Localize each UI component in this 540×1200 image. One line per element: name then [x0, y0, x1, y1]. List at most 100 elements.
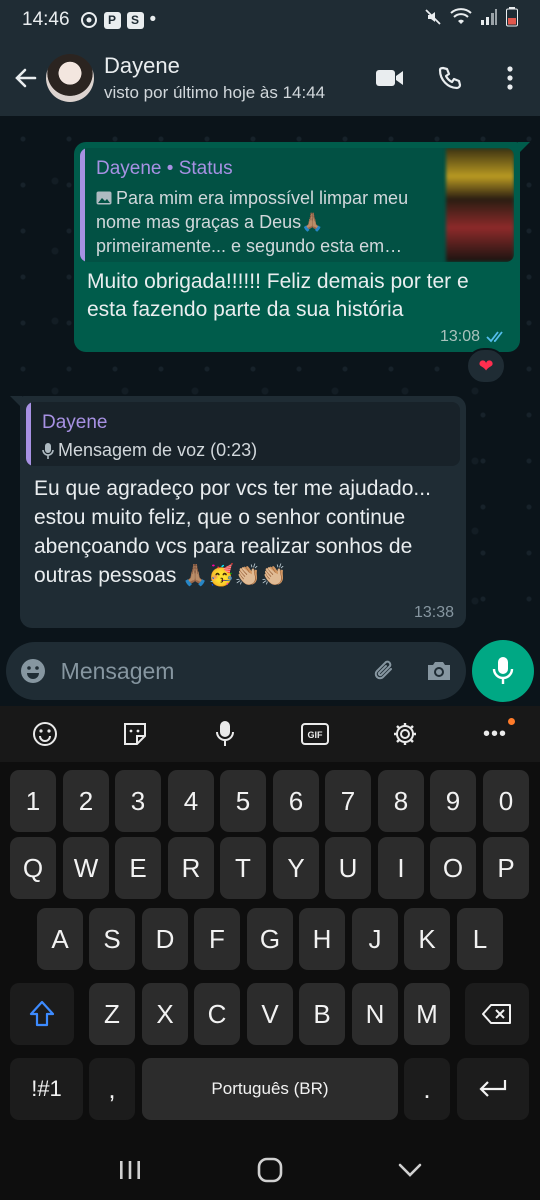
key-f[interactable]: F	[194, 908, 240, 970]
key-c[interactable]: C	[194, 983, 240, 1045]
avatar[interactable]	[46, 54, 94, 102]
quote-author: Dayene	[42, 412, 108, 433]
video-call-button[interactable]	[360, 48, 420, 108]
key-u[interactable]: U	[325, 837, 371, 899]
key-1[interactable]: 1	[10, 770, 56, 832]
quote-bar	[26, 402, 31, 466]
quoted-voice-message[interactable]: Dayene Mensagem de voz (0:23)	[26, 402, 460, 466]
key-4[interactable]: 4	[168, 770, 214, 832]
key-6[interactable]: 6	[273, 770, 319, 832]
key-x[interactable]: X	[142, 983, 188, 1045]
key-r[interactable]: R	[168, 837, 214, 899]
mic-icon	[42, 442, 54, 459]
key-s[interactable]: S	[89, 908, 135, 970]
chat-area[interactable]: Dayene • Status Para mim era impossível …	[0, 116, 540, 640]
key-t[interactable]: T	[220, 837, 266, 899]
key-g[interactable]: G	[247, 908, 293, 970]
chevron-down-icon	[398, 1163, 422, 1177]
shift-arrow-icon	[29, 1000, 55, 1027]
recent-apps-button[interactable]	[100, 1145, 160, 1195]
gear-icon	[394, 723, 416, 745]
key-a[interactable]: A	[37, 908, 83, 970]
key-7[interactable]: 7	[325, 770, 371, 832]
keyboard-settings-button[interactable]	[377, 710, 433, 758]
key-9[interactable]: 9	[430, 770, 476, 832]
quote-text: Para mim era impossível limpar meu nome …	[96, 186, 436, 258]
key-w[interactable]: W	[63, 837, 109, 899]
quote-text: Mensagem de voz (0:23)	[42, 440, 257, 461]
whatsapp-status-icon	[80, 11, 98, 29]
outgoing-message[interactable]: Dayene • Status Para mim era impossível …	[74, 142, 530, 352]
key-3[interactable]: 3	[115, 770, 161, 832]
message-text: Eu que agradeço por vcs ter me ajudado..…	[34, 477, 431, 587]
comma-key[interactable]: ,	[89, 1058, 135, 1120]
back-arrow-icon	[15, 68, 37, 88]
video-camera-icon	[376, 70, 403, 86]
period-key[interactable]: .	[404, 1058, 450, 1120]
quoted-status[interactable]: Dayene • Status Para mim era impossível …	[80, 148, 514, 262]
more-horizontal-icon: •••	[482, 722, 507, 745]
keyboard-emoji-button[interactable]	[17, 710, 73, 758]
contact-info[interactable]: Dayene visto por último hoje às 14:44	[104, 53, 360, 103]
quote-author: Dayene • Status	[96, 158, 233, 179]
attach-button[interactable]	[357, 658, 412, 684]
back-nav-button[interactable]	[380, 1145, 440, 1195]
message-input[interactable]	[60, 657, 357, 685]
key-b[interactable]: B	[299, 983, 345, 1045]
message-time: 13:08	[439, 328, 480, 345]
incoming-message[interactable]: Dayene Mensagem de voz (0:23) Eu que agr…	[10, 396, 466, 628]
key-v[interactable]: V	[247, 983, 293, 1045]
space-key[interactable]: Português (BR)	[142, 1058, 398, 1120]
key-y[interactable]: Y	[273, 837, 319, 899]
key-m[interactable]: M	[404, 983, 450, 1045]
key-n[interactable]: N	[352, 983, 398, 1045]
key-5[interactable]: 5	[220, 770, 266, 832]
backspace-key[interactable]	[465, 983, 529, 1045]
voice-record-button[interactable]	[472, 640, 534, 702]
key-h[interactable]: H	[299, 908, 345, 970]
image-icon	[96, 191, 112, 205]
sticker-button[interactable]	[107, 710, 163, 758]
navigation-bar	[0, 1140, 540, 1200]
home-button[interactable]	[240, 1145, 300, 1195]
voice-input-button[interactable]	[197, 710, 253, 758]
key-q[interactable]: Q	[10, 837, 56, 899]
heart-reaction[interactable]: ❤	[466, 348, 506, 384]
mic-icon	[492, 657, 514, 684]
back-button[interactable]	[6, 65, 46, 91]
key-e[interactable]: E	[115, 837, 161, 899]
message-time: 13:38	[413, 604, 454, 621]
recents-icon	[120, 1161, 140, 1179]
key-8[interactable]: 8	[378, 770, 424, 832]
quote-bar	[80, 148, 85, 262]
menu-button[interactable]	[480, 48, 540, 108]
gif-button[interactable]: GIF	[287, 710, 343, 758]
key-i[interactable]: I	[378, 837, 424, 899]
input-bar	[0, 640, 540, 706]
key-l[interactable]: L	[457, 908, 503, 970]
gif-label: GIF	[308, 730, 324, 740]
key-p[interactable]: P	[483, 837, 529, 899]
s-notification-icon: S	[126, 11, 144, 29]
status-time: 14:46	[22, 9, 70, 30]
key-k[interactable]: K	[404, 908, 450, 970]
key-d[interactable]: D	[142, 908, 188, 970]
enter-key[interactable]	[457, 1058, 529, 1120]
camera-icon	[427, 662, 450, 680]
keyboard-more-button[interactable]: •••	[467, 710, 523, 758]
key-2[interactable]: 2	[63, 770, 109, 832]
camera-button[interactable]	[411, 659, 466, 683]
status-thumbnail	[446, 148, 514, 262]
voice-call-button[interactable]	[420, 48, 480, 108]
shift-key[interactable]	[10, 983, 74, 1045]
key-o[interactable]: O	[430, 837, 476, 899]
emoji-button[interactable]	[6, 657, 61, 685]
key-0[interactable]: 0	[483, 770, 529, 832]
symbols-key[interactable]: !#1	[10, 1058, 83, 1120]
message-text: Muito obrigada!!!!!! Feliz demais por te…	[87, 270, 469, 321]
key-z[interactable]: Z	[89, 983, 135, 1045]
key-j[interactable]: J	[352, 908, 398, 970]
more-notifications-dot: •	[149, 9, 157, 30]
enter-arrow-icon	[479, 1080, 507, 1097]
backspace-icon	[482, 1004, 511, 1024]
